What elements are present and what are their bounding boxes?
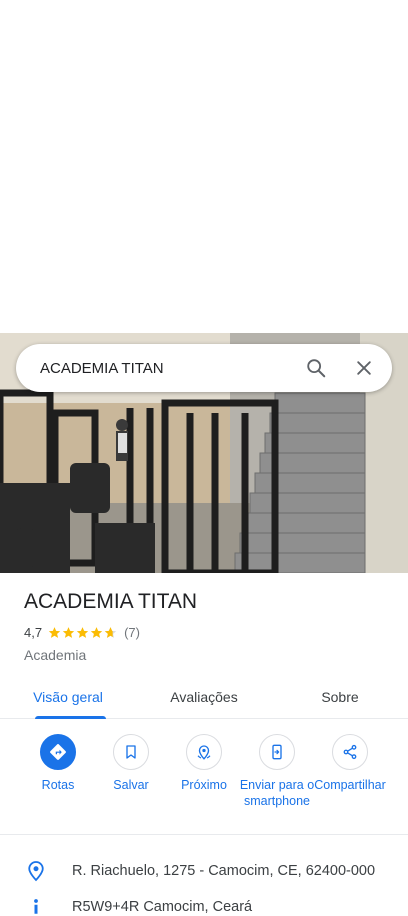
nearby-circle [186, 734, 222, 770]
tab-about[interactable]: Sobre [272, 676, 408, 718]
plus-code-row[interactable]: R5W9+4R Camocim, Ceará [0, 898, 408, 916]
send-to-phone-button[interactable]: Enviar para o smartphone [239, 734, 315, 809]
search-button[interactable] [296, 348, 336, 388]
place-title: ACADEMIA TITAN [24, 590, 198, 613]
nearby-icon [197, 745, 211, 760]
star-half-icon [104, 627, 117, 638]
nearby-label: Próximo [181, 778, 227, 792]
search-icon [307, 359, 326, 378]
share-circle [332, 734, 368, 770]
tab-overview[interactable]: Visão geral [0, 676, 136, 719]
address-text: R. Riachuelo, 1275 - Camocim, CE, 62400-… [72, 863, 376, 879]
save-button[interactable]: Salvar [93, 734, 169, 793]
save-circle [113, 734, 149, 770]
share-label: Compartilhar [314, 778, 386, 792]
search-input[interactable] [16, 358, 296, 378]
place-tabs: Visão geral Avaliações Sobre [0, 676, 408, 719]
location-pin-icon [28, 861, 44, 882]
place-category[interactable]: Academia [24, 647, 86, 663]
directions-icon [50, 744, 66, 760]
nearby-button[interactable]: Próximo [166, 734, 242, 793]
review-count[interactable]: (7) [124, 625, 140, 640]
star-icon [76, 627, 89, 638]
action-bar: Rotas Salvar Próximo Enviar para o smart… [0, 734, 408, 835]
directions-circle [40, 734, 76, 770]
rating-stars [48, 626, 118, 639]
address-row[interactable]: R. Riachuelo, 1275 - Camocim, CE, 62400-… [0, 860, 408, 882]
star-icon [62, 627, 75, 638]
plus-code-icon [34, 899, 38, 914]
clear-search-button[interactable] [344, 348, 384, 388]
directions-button[interactable]: Rotas [20, 734, 96, 793]
rating-row: 4,7 (7) [24, 625, 140, 640]
share-icon [343, 744, 357, 760]
search-bar [16, 344, 392, 392]
star-icon [48, 627, 61, 638]
send-to-phone-icon [272, 744, 282, 760]
star-icon [90, 627, 103, 638]
send-to-phone-circle [259, 734, 295, 770]
plus-code-text: R5W9+4R Camocim, Ceará [72, 899, 253, 915]
tab-reviews[interactable]: Avaliações [136, 676, 272, 718]
bookmark-icon [126, 745, 136, 759]
directions-label: Rotas [41, 778, 75, 792]
send-to-phone-label: Enviar para o smartphone [239, 778, 315, 808]
share-button[interactable]: Compartilhar [312, 734, 388, 793]
save-label: Salvar [113, 778, 149, 792]
rating-value: 4,7 [24, 625, 43, 640]
close-icon [357, 361, 371, 375]
